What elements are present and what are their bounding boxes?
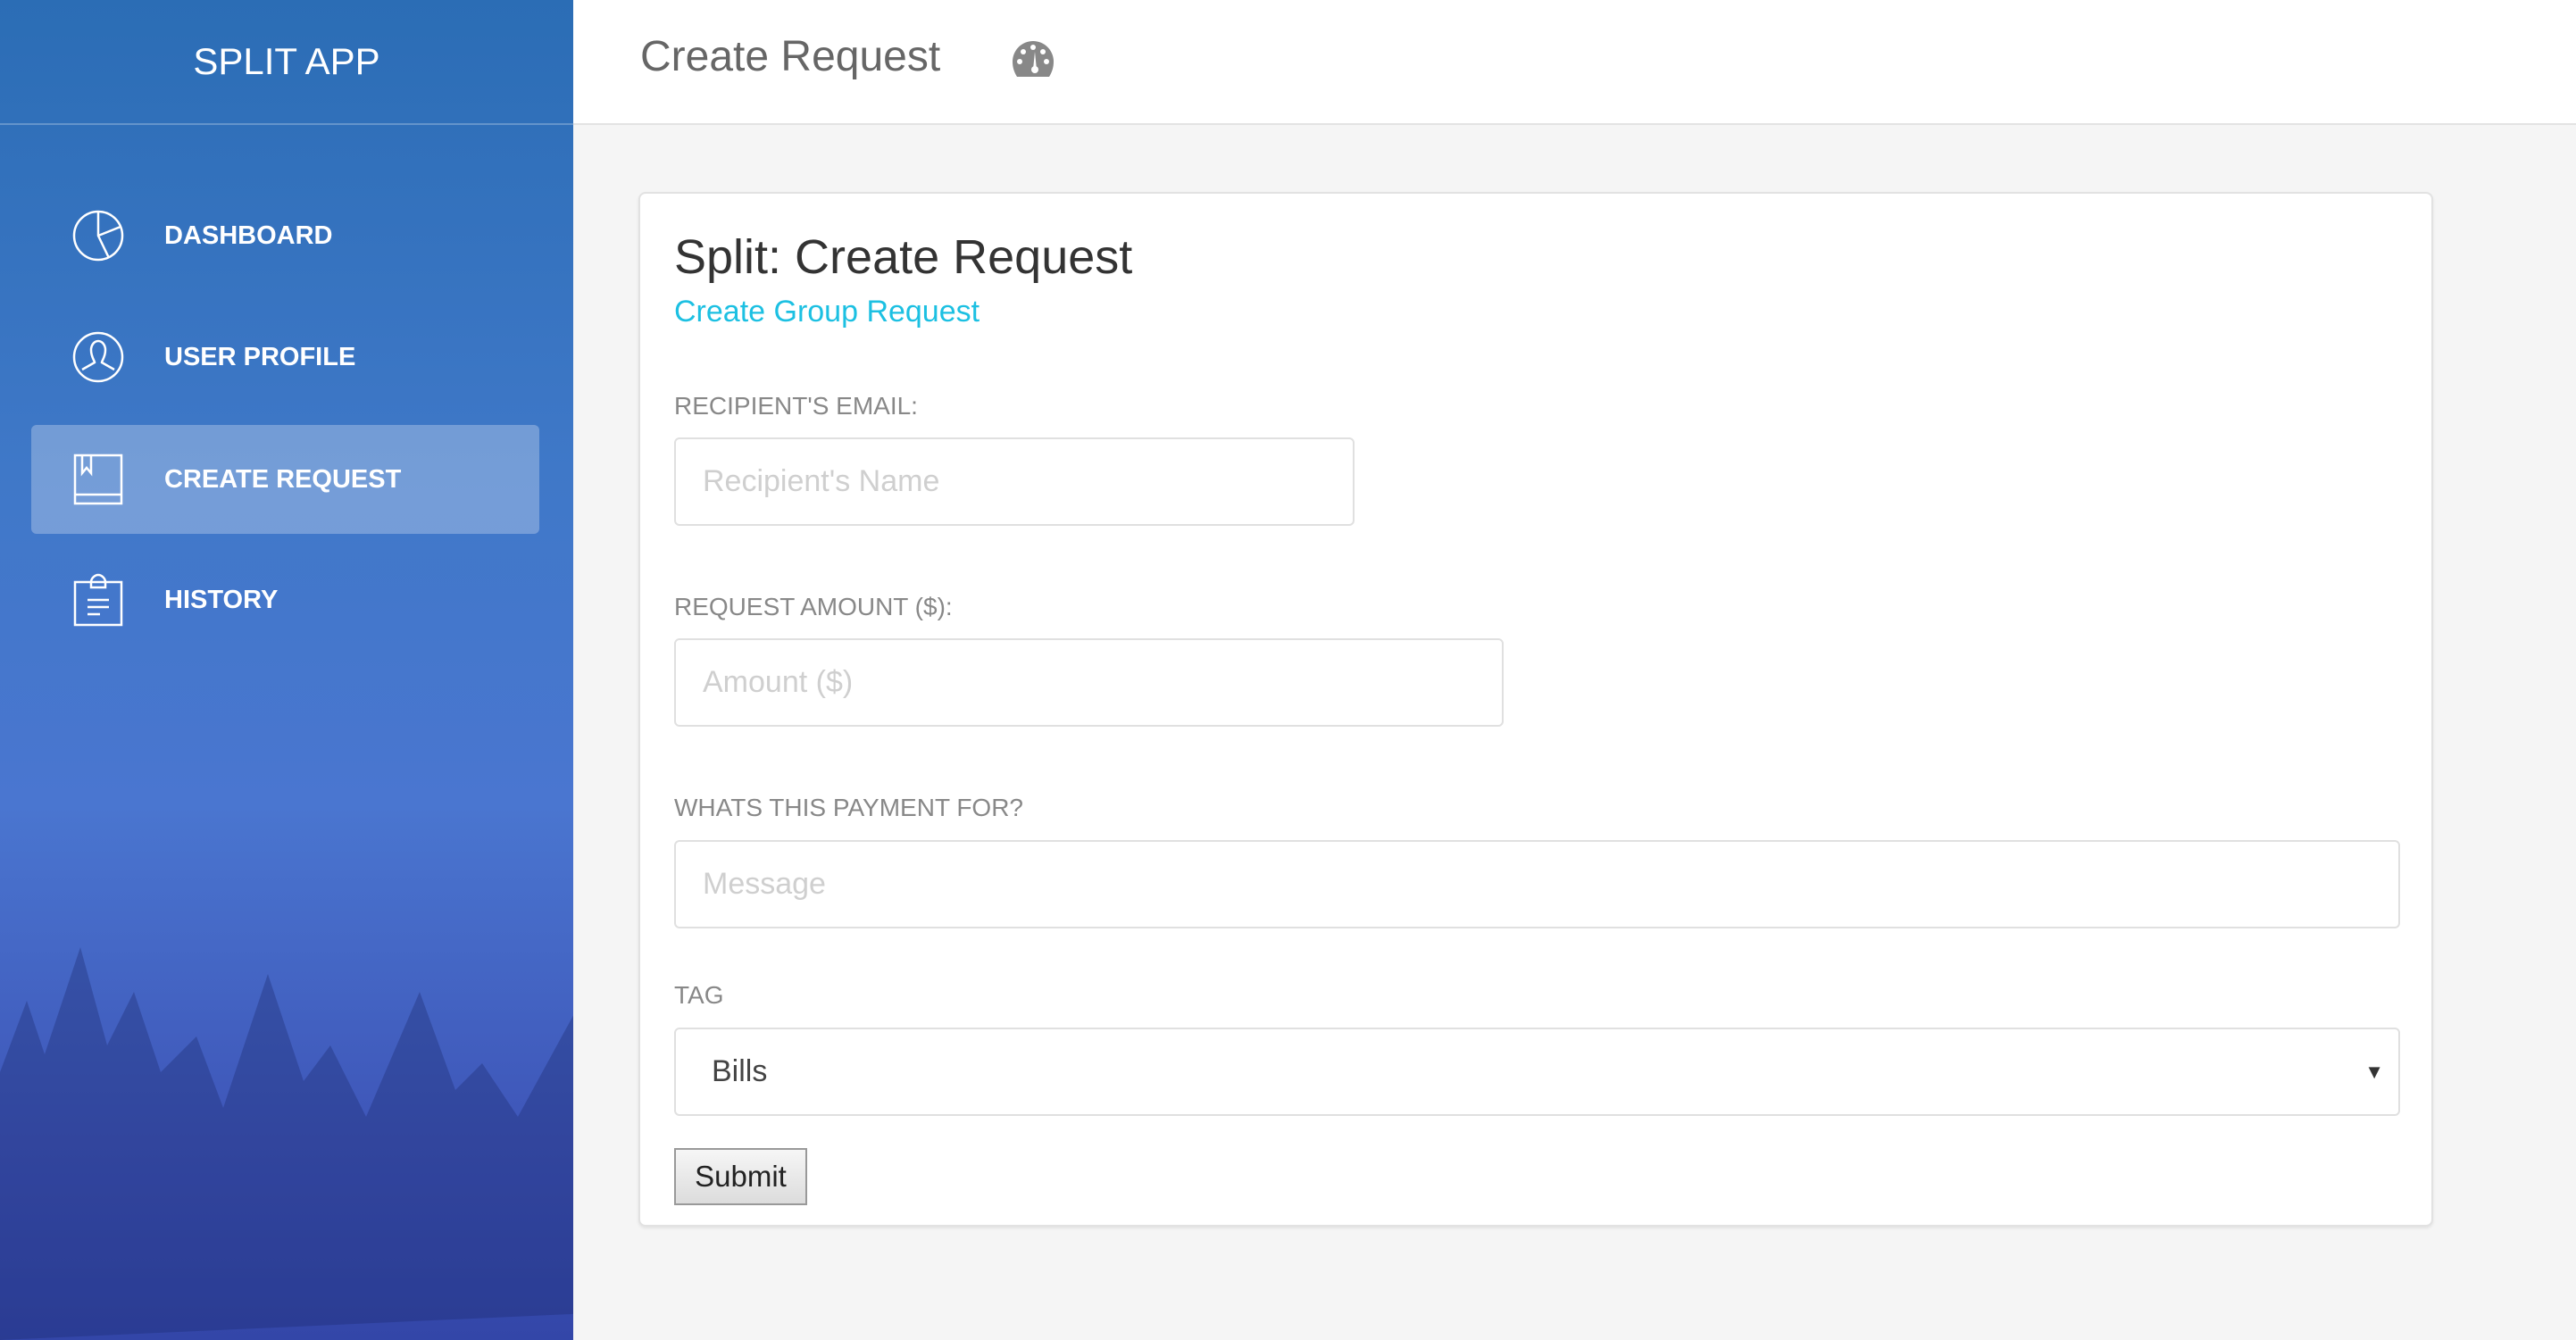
app-brand: SPLIT APP — [0, 0, 573, 125]
sidebar-item-create-request[interactable]: CREATE REQUEST — [31, 425, 539, 534]
tag-selected-value: Bills — [712, 1054, 768, 1088]
dashboard-gauge-icon[interactable] — [1011, 39, 1055, 79]
sidebar-item-label: CREATE REQUEST — [164, 464, 402, 494]
sidebar-item-label: HISTORY — [164, 585, 279, 614]
amount-input[interactable] — [674, 638, 1504, 727]
user-icon — [72, 331, 124, 383]
amount-label: REQUEST AMOUNT ($): — [674, 593, 953, 620]
sidebar-item-label: DASHBOARD — [164, 221, 333, 250]
forest-background — [0, 947, 573, 1340]
card-title: Split: Create Request — [674, 230, 1133, 284]
email-label: RECIPIENT'S EMAIL: — [674, 392, 918, 420]
message-input[interactable] — [674, 840, 2400, 928]
sidebar-item-label: USER PROFILE — [164, 342, 356, 371]
tag-select[interactable]: Bills ▼ — [674, 1028, 2400, 1116]
top-header: Create Request — [573, 0, 2576, 125]
dropdown-arrow-icon: ▼ — [2364, 1060, 2384, 1083]
pie-chart-icon — [72, 210, 124, 262]
sidebar-item-user-profile[interactable]: USER PROFILE — [31, 303, 539, 412]
book-icon — [73, 454, 123, 505]
create-group-request-link[interactable]: Create Group Request — [674, 295, 980, 329]
page-title: Create Request — [640, 33, 941, 80]
clipboard-icon — [73, 573, 123, 627]
tag-label: TAG — [674, 981, 724, 1009]
submit-button[interactable]: Submit — [674, 1148, 807, 1205]
sidebar: SPLIT APP DASHBOARD USER PROFILE CREATE … — [0, 0, 573, 1340]
recipient-email-input[interactable] — [674, 437, 1355, 526]
message-label: WHATS THIS PAYMENT FOR? — [674, 794, 1024, 821]
sidebar-item-dashboard[interactable]: DASHBOARD — [31, 181, 539, 290]
create-request-card: Split: Create Request Create Group Reque… — [638, 192, 2433, 1227]
sidebar-item-history[interactable]: HISTORY — [31, 545, 539, 654]
